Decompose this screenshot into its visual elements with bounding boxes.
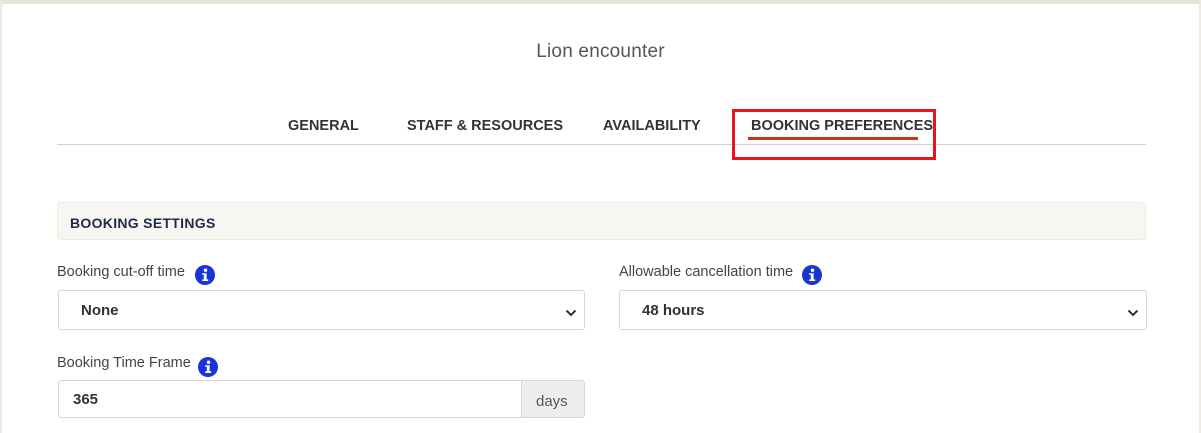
- timeframe-input[interactable]: 365: [58, 380, 522, 418]
- cancellation-select[interactable]: 48 hours: [619, 290, 1147, 330]
- chevron-down-icon: [1127, 305, 1139, 317]
- section-heading: BOOKING SETTINGS: [70, 215, 216, 231]
- tab-availability[interactable]: AVAILABILITY: [603, 118, 701, 134]
- active-tab-highlight: [732, 109, 936, 160]
- info-icon[interactable]: [195, 265, 215, 285]
- tab-staff-resources[interactable]: STAFF & RESOURCES: [407, 118, 563, 134]
- cutoff-select[interactable]: None: [58, 290, 585, 330]
- timeframe-input-value: 365: [73, 391, 99, 408]
- booking-preferences-page: Lion encounter GENERAL STAFF & RESOURCES…: [0, 0, 1201, 433]
- timeframe-label: Booking Time Frame: [57, 355, 191, 371]
- page-title: Lion encounter: [536, 41, 665, 62]
- cancellation-select-value: 48 hours: [642, 302, 705, 319]
- cutoff-select-value: None: [81, 302, 119, 319]
- info-icon[interactable]: [198, 357, 218, 377]
- info-icon[interactable]: [802, 265, 822, 285]
- cancellation-label: Allowable cancellation time: [619, 264, 794, 280]
- timeframe-unit-label: days: [536, 393, 568, 410]
- chevron-down-icon: [565, 305, 577, 317]
- timeframe-unit-addon: days: [521, 380, 585, 418]
- section-header: BOOKING SETTINGS: [57, 202, 1146, 240]
- cutoff-label: Booking cut-off time: [57, 264, 185, 280]
- tab-general[interactable]: GENERAL: [288, 118, 359, 134]
- tab-bar: GENERAL STAFF & RESOURCES AVAILABILITY B…: [57, 104, 1146, 145]
